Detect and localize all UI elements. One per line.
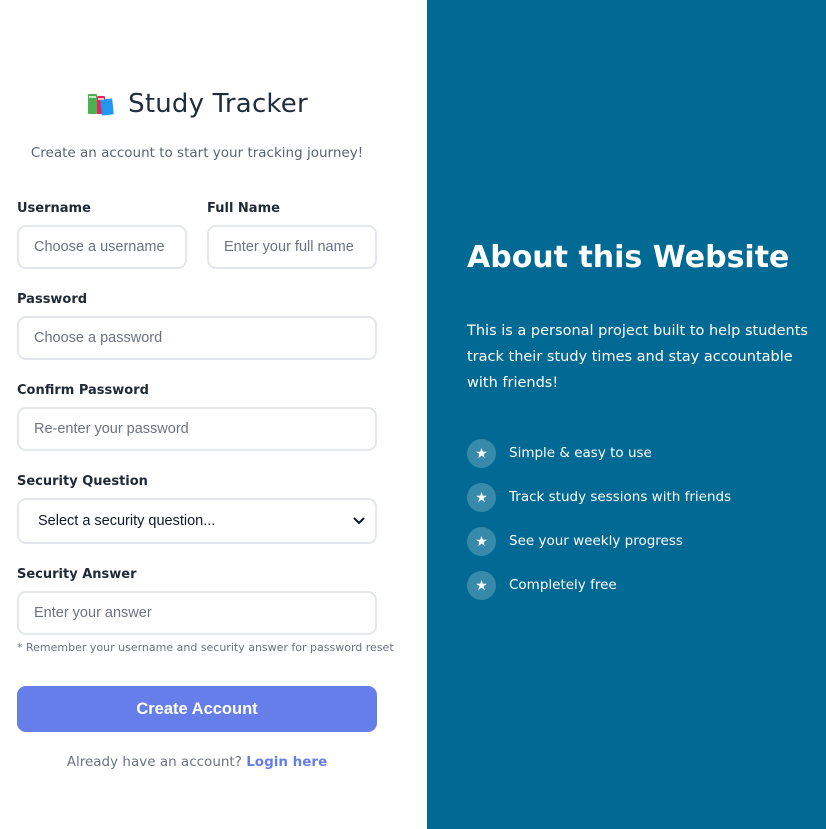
- feature-item: ★ See your weekly progress: [467, 526, 683, 556]
- login-prompt-text: Already have an account?: [66, 754, 242, 770]
- app-title: Study Tracker: [128, 89, 308, 119]
- confirm-password-label: Confirm Password: [17, 383, 149, 398]
- about-title: About this Website: [467, 240, 790, 275]
- star-icon: ★: [467, 570, 496, 600]
- security-answer-input[interactable]: Enter your answer: [17, 591, 377, 635]
- security-question-value: Select a security question...: [38, 513, 216, 529]
- login-prompt: Already have an account? Login here: [0, 754, 394, 770]
- feature-text: See your weekly progress: [509, 533, 683, 549]
- about-description: This is a personal project built to help…: [467, 323, 808, 391]
- feature-text: Track study sessions with friends: [509, 489, 732, 505]
- books-icon: [88, 94, 114, 116]
- security-answer-label: Security Answer: [17, 567, 137, 582]
- brand: Study Tracker: [0, 86, 394, 122]
- full-name-label: Full Name: [207, 201, 280, 216]
- feature-item: ★ Simple & easy to use: [467, 438, 652, 468]
- star-icon: ★: [467, 526, 496, 556]
- password-input[interactable]: Choose a password: [17, 316, 377, 360]
- full-name-input[interactable]: Enter your full name: [207, 225, 377, 269]
- page-subtitle: Create an account to start your tracking…: [30, 145, 364, 161]
- security-question-select[interactable]: Select a security question...: [17, 498, 377, 544]
- username-label: Username: [17, 201, 91, 216]
- feature-text: Simple & easy to use: [509, 445, 652, 461]
- password-label: Password: [17, 292, 88, 307]
- feature-item: ★ Track study sessions with friends: [467, 482, 731, 512]
- star-icon: ★: [467, 438, 496, 468]
- feature-item: ★ Completely free: [467, 570, 617, 600]
- confirm-password-input[interactable]: Re-enter your password: [17, 407, 377, 451]
- reset-note: * Remember your username and security an…: [17, 641, 394, 654]
- signup-panel: Study Tracker Create an account to start…: [0, 0, 427, 829]
- create-account-button[interactable]: Create Account: [17, 686, 377, 732]
- star-icon: ★: [467, 482, 496, 512]
- security-question-label: Security Question: [17, 474, 148, 489]
- feature-text: Completely free: [509, 577, 617, 593]
- about-panel: About this Website This is a personal pr…: [427, 0, 826, 829]
- login-link[interactable]: Login here: [246, 754, 327, 770]
- chevron-down-icon: [353, 517, 365, 525]
- username-input[interactable]: Choose a username: [17, 225, 187, 269]
